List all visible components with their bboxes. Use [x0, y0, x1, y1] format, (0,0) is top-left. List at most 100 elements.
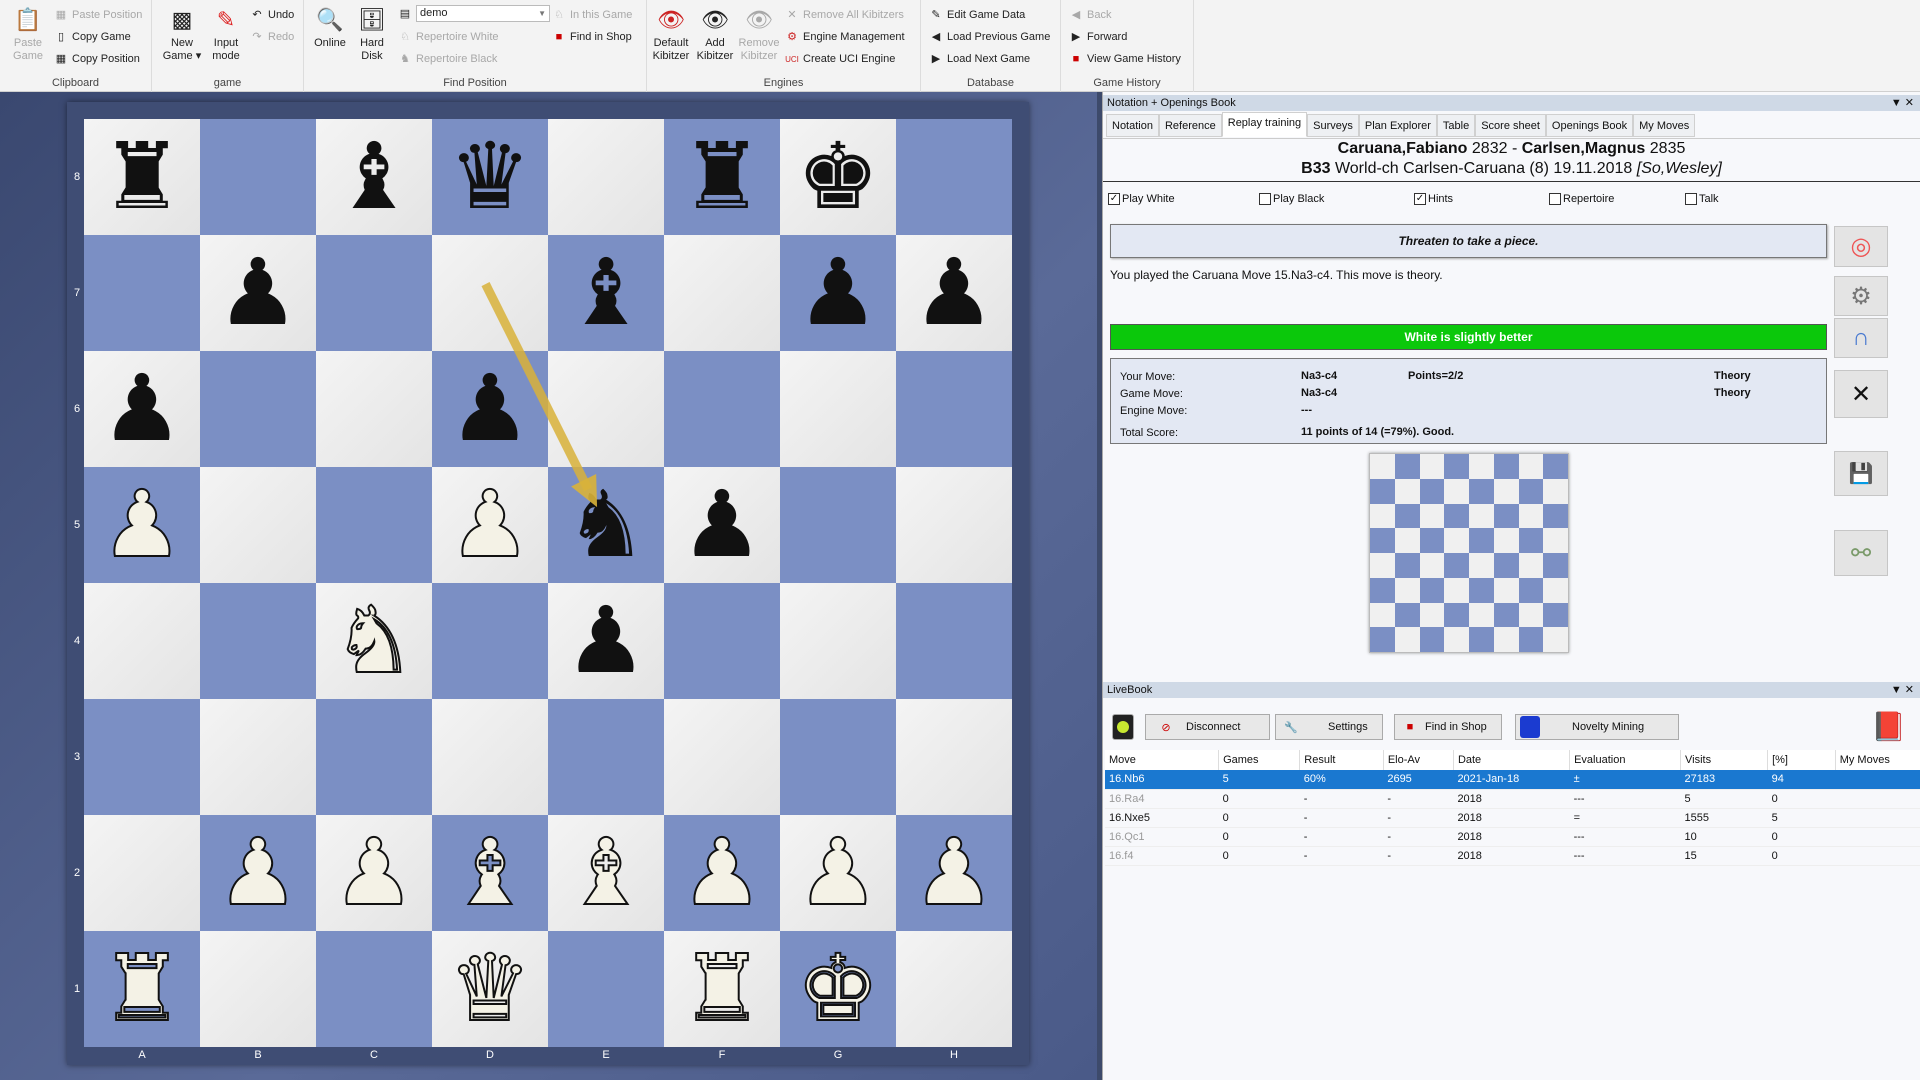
- square-c7[interactable]: [316, 235, 432, 351]
- square-h6[interactable]: [896, 351, 1012, 467]
- checkbox-repertoire[interactable]: Repertoire: [1549, 193, 1614, 205]
- black-pawn-piece[interactable]: ♟: [217, 247, 299, 339]
- white-queen-piece[interactable]: ♛: [448, 942, 532, 1036]
- column-header-mymoves[interactable]: My Moves: [1835, 750, 1920, 770]
- square-g8[interactable]: ♚: [780, 119, 896, 235]
- black-knight-piece[interactable]: ♞: [565, 479, 647, 571]
- copy-game-button[interactable]: ▯ Copy Game: [54, 28, 131, 46]
- square-d1[interactable]: ♛: [432, 931, 548, 1047]
- paste-position-button[interactable]: ▦ Paste Position: [54, 6, 143, 24]
- tab-table[interactable]: Table: [1436, 114, 1476, 137]
- square-c6[interactable]: [316, 351, 432, 467]
- square-c2[interactable]: ♟: [316, 815, 432, 931]
- disconnect-button[interactable]: ⊘ Disconnect: [1145, 714, 1270, 740]
- remove-kibitzer-button[interactable]: 👁 Remove Kibitzer: [737, 6, 781, 63]
- square-b4[interactable]: [200, 583, 316, 699]
- square-d8[interactable]: ♛: [432, 119, 548, 235]
- square-f7[interactable]: [664, 235, 780, 351]
- default-kibitzer-button[interactable]: 👁 Default Kibitzer: [649, 6, 693, 63]
- novelty-mining-button[interactable]: Novelty Mining: [1515, 714, 1679, 740]
- square-a2[interactable]: [84, 815, 200, 931]
- square-a6[interactable]: ♟: [84, 351, 200, 467]
- square-a4[interactable]: [84, 583, 200, 699]
- column-header-[interactable]: [%]: [1767, 750, 1836, 770]
- square-h5[interactable]: [896, 467, 1012, 583]
- square-e1[interactable]: [548, 931, 664, 1047]
- remove-all-kibitzers-button[interactable]: ✕ Remove All Kibitzers: [785, 6, 903, 24]
- find-in-shop-button[interactable]: ■ Find in Shop: [552, 28, 632, 46]
- tab-score-sheet[interactable]: Score sheet: [1475, 114, 1546, 137]
- square-f6[interactable]: [664, 351, 780, 467]
- square-e8[interactable]: [548, 119, 664, 235]
- settings-button[interactable]: 🔧 Settings: [1275, 714, 1383, 740]
- square-h4[interactable]: [896, 583, 1012, 699]
- square-b3[interactable]: [200, 699, 316, 815]
- square-d7[interactable]: [432, 235, 548, 351]
- square-g1[interactable]: ♚: [780, 931, 896, 1047]
- white-bishop-piece[interactable]: ♝: [564, 826, 648, 920]
- white-pawn-piece[interactable]: ♟: [680, 826, 764, 920]
- square-c5[interactable]: [316, 467, 432, 583]
- white-bishop-piece[interactable]: ♝: [448, 826, 532, 920]
- square-e4[interactable]: ♟: [548, 583, 664, 699]
- tab-replay-training[interactable]: Replay training: [1221, 112, 1308, 137]
- tab-notation[interactable]: Notation: [1106, 114, 1159, 137]
- white-pawn-piece[interactable]: ♟: [912, 826, 996, 920]
- black-pawn-piece[interactable]: ♟: [913, 247, 995, 339]
- checkbox-hints[interactable]: ✓ Hints: [1414, 193, 1453, 205]
- black-pawn-piece[interactable]: ♟: [681, 479, 763, 571]
- lifebuoy-icon[interactable]: ◎: [1834, 226, 1888, 267]
- square-a1[interactable]: ♜: [84, 931, 200, 1047]
- checkbox-talk[interactable]: Talk: [1685, 193, 1719, 205]
- white-pawn-piece[interactable]: ♟: [216, 826, 300, 920]
- square-h7[interactable]: ♟: [896, 235, 1012, 351]
- column-header-move[interactable]: Move: [1105, 750, 1220, 770]
- square-c8[interactable]: ♝: [316, 119, 432, 235]
- column-header-eloav[interactable]: Elo-Av: [1383, 750, 1454, 770]
- black-bishop-piece[interactable]: ♝: [333, 131, 415, 223]
- save-icon[interactable]: 💾: [1834, 451, 1888, 496]
- white-rook-piece[interactable]: ♜: [680, 942, 764, 1036]
- white-pawn-piece[interactable]: ♟: [448, 478, 532, 572]
- square-f8[interactable]: ♜: [664, 119, 780, 235]
- square-g4[interactable]: [780, 583, 896, 699]
- create-uci-engine-button[interactable]: UCI Create UCI Engine: [785, 50, 895, 68]
- square-a7[interactable]: [84, 235, 200, 351]
- black-pawn-piece[interactable]: ♟: [565, 595, 647, 687]
- black-pawn-piece[interactable]: ♟: [449, 363, 531, 455]
- square-c1[interactable]: [316, 931, 432, 1047]
- column-header-result[interactable]: Result: [1299, 750, 1384, 770]
- white-pawn-piece[interactable]: ♟: [332, 826, 416, 920]
- undo-button[interactable]: ↶ Undo: [250, 6, 294, 24]
- load-previous-game-button[interactable]: ◀ Load Previous Game: [929, 28, 1051, 46]
- square-e6[interactable]: [548, 351, 664, 467]
- white-knight-piece[interactable]: ♞: [332, 594, 416, 688]
- square-d2[interactable]: ♝: [432, 815, 548, 931]
- square-f3[interactable]: [664, 699, 780, 815]
- column-header-games[interactable]: Games: [1218, 750, 1301, 770]
- white-pawn-piece[interactable]: ♟: [796, 826, 880, 920]
- square-f1[interactable]: ♜: [664, 931, 780, 1047]
- black-bishop-piece[interactable]: ♝: [565, 247, 647, 339]
- tab-reference[interactable]: Reference: [1158, 114, 1222, 137]
- gears-icon[interactable]: ⚙: [1834, 276, 1888, 316]
- find-in-shop-button[interactable]: ■ Find in Shop: [1394, 714, 1502, 740]
- square-e5[interactable]: ♞: [548, 467, 664, 583]
- square-f4[interactable]: [664, 583, 780, 699]
- edit-game-data-button[interactable]: ✎ Edit Game Data: [929, 6, 1025, 24]
- table-row[interactable]: 16.f4 0- -2018 --- 15 0: [1105, 846, 1920, 866]
- checkbox-box[interactable]: ✓: [1414, 193, 1426, 205]
- square-f5[interactable]: ♟: [664, 467, 780, 583]
- load-next-game-button[interactable]: ▶ Load Next Game: [929, 50, 1030, 68]
- square-b1[interactable]: [200, 931, 316, 1047]
- engine-management-button[interactable]: ⚙ Engine Management: [785, 28, 904, 46]
- white-king-piece[interactable]: ♚: [796, 942, 880, 1036]
- checkbox-play-white[interactable]: ✓ Play White: [1108, 193, 1175, 205]
- glasses-icon[interactable]: ⚯: [1834, 530, 1888, 576]
- table-row[interactable]: 16.Nb6 5 60% 2695 2021-Jan-18 ±27183 94: [1105, 770, 1920, 790]
- column-header-date[interactable]: Date: [1453, 750, 1571, 770]
- square-d5[interactable]: ♟: [432, 467, 548, 583]
- black-rook-piece[interactable]: ♜: [681, 131, 763, 223]
- database-select[interactable]: ▤ demo ▼: [398, 5, 550, 23]
- hard-disk-button[interactable]: 🗄 Hard Disk: [350, 6, 394, 63]
